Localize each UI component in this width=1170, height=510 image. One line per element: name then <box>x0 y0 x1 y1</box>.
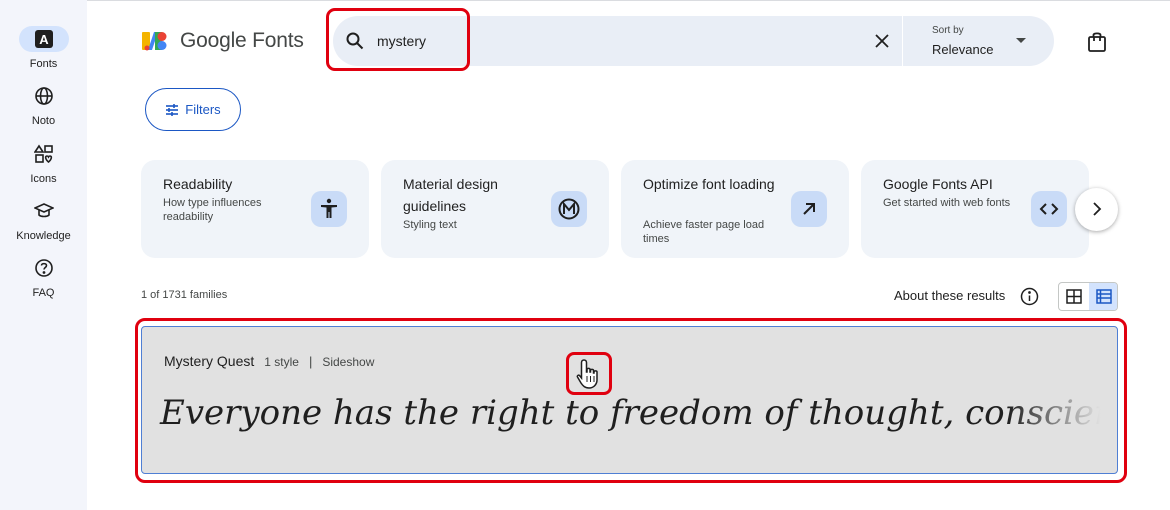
google-fonts-page: A Fonts Noto Icons Knowledge FAQ Google … <box>0 0 1170 510</box>
chevron-right-icon <box>1093 202 1102 216</box>
rail-item-fonts[interactable]: A Fonts <box>0 26 87 70</box>
rail-label: FAQ <box>32 287 55 299</box>
help-circle-icon <box>19 255 69 281</box>
rail-label: Knowledge <box>16 230 71 242</box>
results-count: 1 of 1731 families <box>141 289 228 301</box>
font-A-icon: A <box>18 26 69 52</box>
rail-item-icons[interactable]: Icons <box>0 141 87 185</box>
info-icon[interactable] <box>1020 287 1039 311</box>
search-divider <box>902 16 903 66</box>
card-subtitle: Achieve faster page load times <box>643 219 765 245</box>
rail-label: Icons <box>30 173 57 185</box>
filters-button[interactable]: Filters <box>145 88 241 131</box>
list-view-icon[interactable] <box>1089 283 1117 310</box>
chevron-down-icon[interactable] <box>1016 38 1026 43</box>
card-title: Material design guidelines <box>403 176 498 214</box>
navigation-rail: A Fonts Noto Icons Knowledge FAQ <box>0 0 87 510</box>
card-subtitle: Get started with web fonts <box>883 197 1011 209</box>
svg-text:A: A <box>39 32 49 47</box>
highlight-box-result <box>135 318 1127 483</box>
top-divider <box>0 0 1170 1</box>
knowledge-card-api[interactable]: Google Fonts API Get started with web fo… <box>861 160 1089 258</box>
graduation-cap-icon <box>19 198 69 224</box>
shopping-bag-icon[interactable] <box>1087 31 1107 58</box>
hand-pointer-icon <box>576 358 602 395</box>
knowledge-card-material[interactable]: Material design guidelines Styling text <box>381 160 609 258</box>
view-toggle <box>1058 282 1118 311</box>
card-title: Google Fonts API <box>883 176 993 192</box>
about-results-link[interactable]: About these results <box>894 288 1005 303</box>
tune-icon <box>166 103 179 116</box>
card-subtitle: How type influences readability <box>163 197 262 223</box>
sort-label: Sort by <box>932 25 964 36</box>
rail-item-noto[interactable]: Noto <box>0 83 87 127</box>
knowledge-card-optimize[interactable]: Optimize font loading Achieve faster pag… <box>621 160 849 258</box>
card-subtitle: Styling text <box>403 219 457 231</box>
knowledge-card-readability[interactable]: Readability How type influences readabil… <box>141 160 369 258</box>
rail-item-knowledge[interactable]: Knowledge <box>0 198 87 242</box>
accessibility-icon <box>311 191 347 227</box>
rail-label: Noto <box>31 115 56 127</box>
carousel-next-button[interactable] <box>1075 188 1118 231</box>
filters-label: Filters <box>185 102 221 117</box>
arrow-up-right-icon <box>791 191 827 227</box>
google-fonts-logo[interactable]: Google Fonts <box>142 28 304 54</box>
card-title: Readability <box>163 176 233 192</box>
shapes-icon <box>19 141 69 167</box>
rail-label: Fonts <box>29 58 58 70</box>
material-logo-icon <box>551 191 587 227</box>
grid-view-icon[interactable] <box>1059 283 1089 310</box>
code-icon <box>1031 191 1067 227</box>
globe-icon <box>19 83 69 109</box>
card-title: Optimize font loading <box>643 176 775 192</box>
google-fonts-logo-icon <box>142 32 167 51</box>
clear-search-icon[interactable] <box>873 32 891 55</box>
rail-item-faq[interactable]: FAQ <box>0 255 87 299</box>
highlight-box-search <box>326 8 470 71</box>
logo-text: Google Fonts <box>180 29 304 52</box>
sort-select[interactable]: Relevance <box>932 42 993 57</box>
